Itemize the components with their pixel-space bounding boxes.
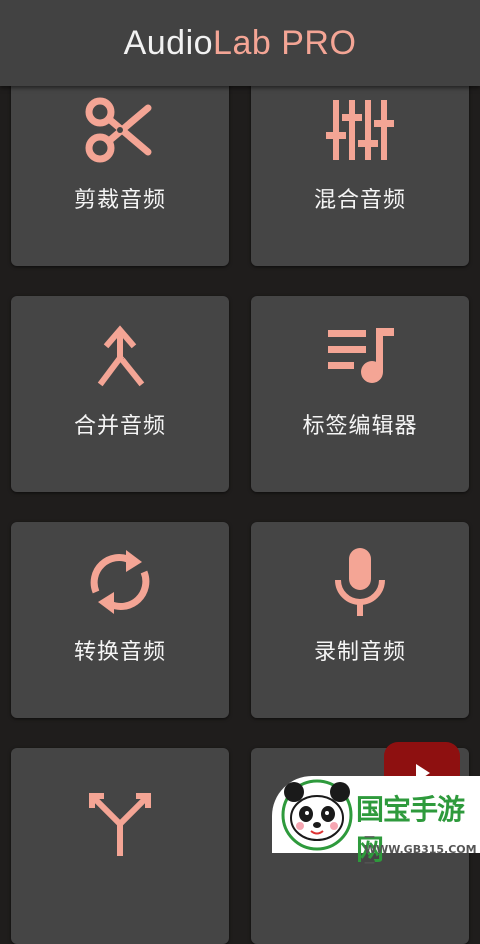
- mixer-sliders-icon: [326, 100, 394, 160]
- tile-label: 剪裁音频: [73, 188, 166, 213]
- sync-arrows-icon: [90, 550, 150, 614]
- mix-audio-tile[interactable]: 混合音频: [251, 70, 469, 266]
- convert-audio-tile[interactable]: 转换音频: [11, 522, 229, 718]
- tile-label: 转换音频: [73, 640, 166, 665]
- split-audio-tile[interactable]: [11, 748, 229, 944]
- tile-label: 标签编辑器: [302, 414, 418, 439]
- tile-label: 合并音频: [73, 414, 166, 439]
- scissors-icon: [85, 97, 152, 163]
- microphone-icon: [335, 548, 385, 616]
- panda-logo: [281, 779, 353, 851]
- tile-label: 录制音频: [313, 640, 406, 665]
- watermark: 国宝手游网 — WWW.GB315.COM —: [272, 776, 480, 869]
- playlist-music-icon: [328, 328, 394, 383]
- split-arrow-icon: [89, 793, 151, 856]
- merge-audio-tile[interactable]: 合并音频: [11, 296, 229, 492]
- tile-label: 混合音频: [313, 188, 406, 213]
- watermark-url: — WWW.GB315.COM —: [364, 830, 477, 869]
- merge-arrow-icon: [97, 325, 145, 387]
- app-bar: AudioLab PRO: [0, 0, 480, 86]
- app-title: AudioLab PRO: [123, 23, 357, 62]
- tag-editor-tile[interactable]: 标签编辑器: [251, 296, 469, 492]
- record-audio-tile[interactable]: 录制音频: [251, 522, 469, 718]
- cut-audio-tile[interactable]: 剪裁音频: [11, 70, 229, 266]
